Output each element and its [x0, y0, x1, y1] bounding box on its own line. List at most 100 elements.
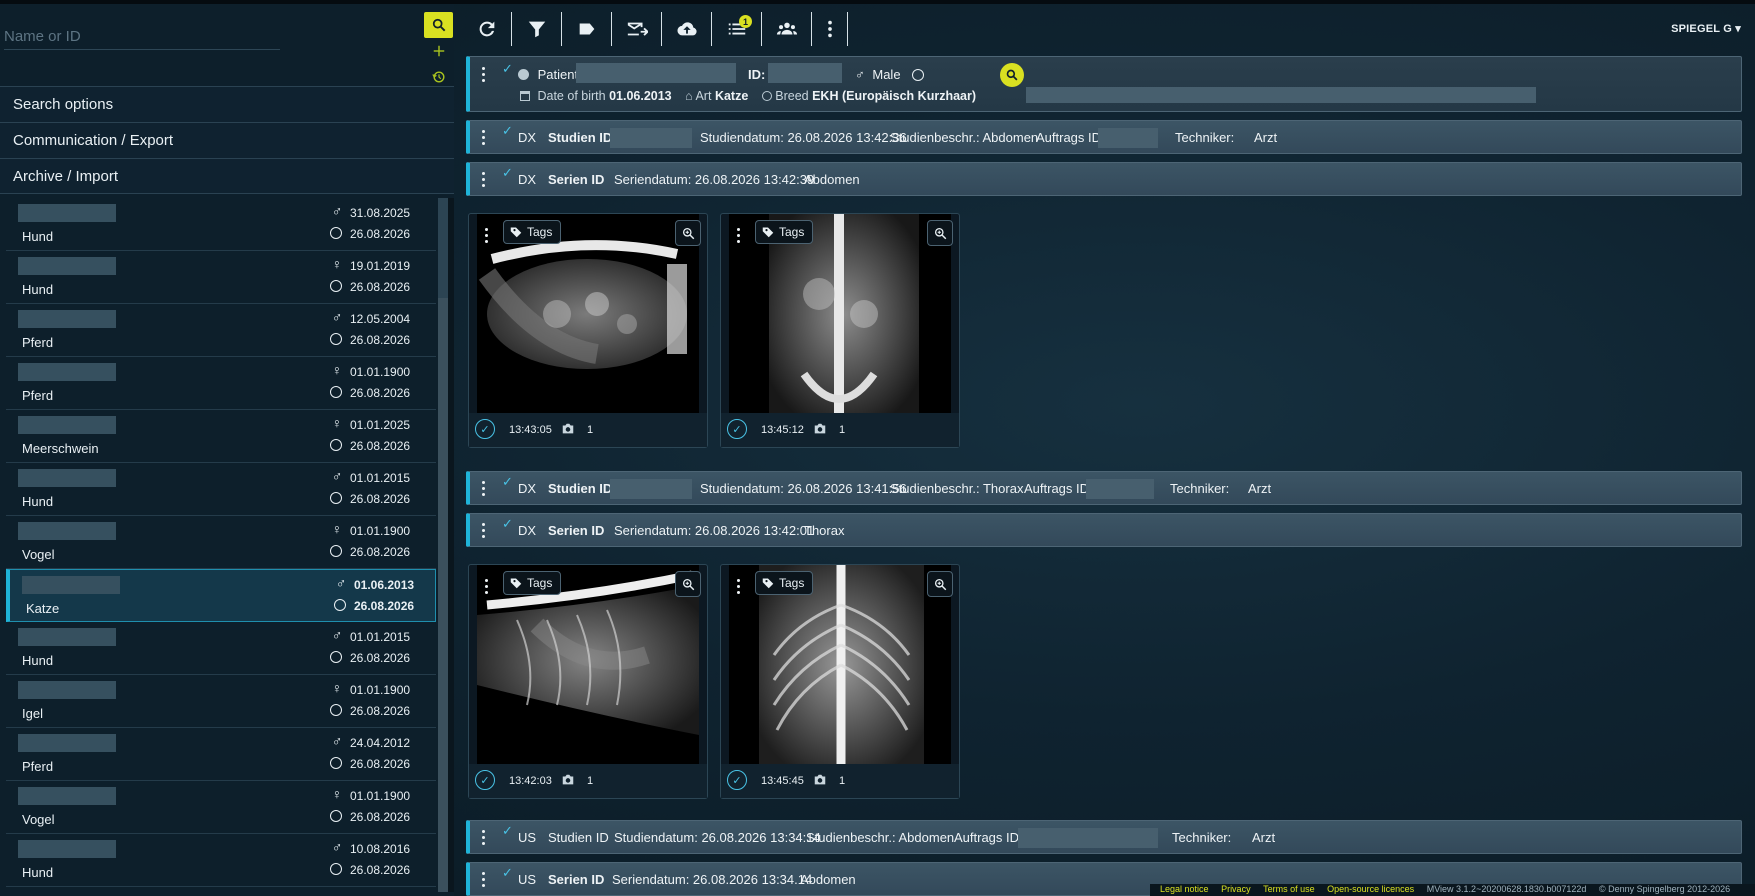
- accordion-search-options[interactable]: Search options: [0, 86, 454, 122]
- accordion-communication-export[interactable]: Communication / Export: [0, 122, 454, 158]
- patient-species: Igel: [22, 706, 43, 721]
- refresh-button[interactable]: [462, 12, 512, 46]
- xray-image[interactable]: [729, 214, 951, 414]
- image-thumbnail[interactable]: Tags ✓ 13:43:05 1: [468, 213, 708, 448]
- oss-licences-link[interactable]: Open-source licences: [1327, 884, 1414, 894]
- add-button[interactable]: [424, 38, 453, 64]
- legal-notice-link[interactable]: Legal notice: [1160, 884, 1209, 894]
- study-card[interactable]: ✓ US Studien ID Studiendatum: 26.08.2026…: [466, 820, 1742, 854]
- label-button[interactable]: [562, 12, 612, 46]
- study-menu-icon[interactable]: [482, 481, 486, 499]
- patient-list-item[interactable]: Katze ♂ 01.06.2013 26.08.2026: [6, 569, 436, 622]
- birth-date: 01.01.1900: [350, 524, 411, 538]
- more-vert-icon: [827, 20, 832, 38]
- more-menu-button[interactable]: [812, 12, 848, 46]
- xray-image[interactable]: [477, 214, 699, 414]
- series-card[interactable]: ✓ DX Serien ID Seriendatum: 26.08.2026 1…: [466, 513, 1742, 547]
- patient-search-button[interactable]: [1000, 63, 1024, 87]
- sex-icon: ♂: [331, 839, 343, 855]
- tags-button[interactable]: Tags: [503, 220, 562, 244]
- terms-link[interactable]: Terms of use: [1263, 884, 1315, 894]
- xray-image[interactable]: [729, 565, 951, 765]
- birth-date: 01.01.1900: [350, 365, 411, 379]
- select-check-icon[interactable]: ✓: [727, 770, 747, 790]
- image-thumbnail[interactable]: Tags ✓ 13:45:12 1: [720, 213, 960, 448]
- xray-image[interactable]: [477, 565, 699, 765]
- tag-icon: [762, 578, 774, 589]
- patient-menu-icon[interactable]: [482, 67, 486, 85]
- study-card[interactable]: ✓ DX Studien ID Studiendatum: 26.08.2026…: [466, 120, 1742, 154]
- study-menu-icon[interactable]: [482, 830, 486, 848]
- privacy-link[interactable]: Privacy: [1221, 884, 1251, 894]
- patient-list-item[interactable]: Pferd ♂ 24.04.2012 26.08.2026: [6, 728, 436, 781]
- user-menu[interactable]: SPIEGEL G ▾: [1671, 22, 1741, 35]
- patient-list-item[interactable]: Meerschwein ♀ 01.01.2025 26.08.2026: [6, 410, 436, 463]
- sex-icon: ♂: [331, 309, 343, 325]
- scrollbar-thumb[interactable]: [438, 198, 448, 298]
- patient-list-scrollbar[interactable]: [438, 198, 448, 892]
- search-input[interactable]: [4, 24, 280, 50]
- zoom-button[interactable]: [927, 571, 953, 597]
- thumb-menu-icon[interactable]: [737, 579, 741, 597]
- patient-list-item[interactable]: Hund ♂ 01.01.2015 26.08.2026: [6, 463, 436, 516]
- tags-button[interactable]: Tags: [755, 571, 814, 595]
- users-button[interactable]: [762, 12, 812, 46]
- check-icon: ✓: [502, 865, 513, 880]
- cloud-upload-icon: [676, 22, 697, 36]
- zoom-button[interactable]: [927, 220, 953, 246]
- panel-splitter[interactable]: [448, 198, 454, 892]
- upload-button[interactable]: [662, 12, 712, 46]
- order-id-redacted: [1018, 828, 1158, 848]
- thumb-menu-icon[interactable]: [485, 228, 489, 246]
- study-description: Studienbeschr.: Abdomen: [890, 130, 1039, 145]
- task-list-button[interactable]: 1: [712, 12, 762, 46]
- patient-list-item[interactable]: Igel ♀ 01.01.1900 26.08.2026: [6, 675, 436, 728]
- patient-list-item[interactable]: Pferd ♂ 12.05.2004 26.08.2026: [6, 304, 436, 357]
- accordion-archive-import[interactable]: Archive / Import: [0, 158, 454, 194]
- thumb-menu-icon[interactable]: [485, 579, 489, 597]
- scrollbar-track: [438, 298, 448, 892]
- series-menu-icon[interactable]: [482, 172, 486, 190]
- zoom-in-icon: [934, 227, 946, 239]
- search-button[interactable]: [424, 12, 453, 38]
- birth-date: 31.08.2025: [350, 206, 411, 220]
- sex-icon: ♂: [335, 575, 347, 591]
- select-check-icon[interactable]: ✓: [475, 419, 495, 439]
- series-modality: DX: [518, 523, 537, 538]
- series-card[interactable]: ✓ DX Serien ID Seriendatum: 26.08.2026 1…: [466, 162, 1742, 196]
- select-check-icon[interactable]: ✓: [475, 770, 495, 790]
- filter-button[interactable]: [512, 12, 562, 46]
- patient-list-item[interactable]: Hund ♂ 31.08.2025 26.08.2026: [6, 198, 436, 251]
- patient-list-item[interactable]: Hund ♀ 19.01.2019 26.08.2026: [6, 251, 436, 304]
- patient-list-item[interactable]: Vogel ♀ 01.01.1900 26.08.2026: [6, 516, 436, 569]
- patient-list-item[interactable]: Hund ♂ 10.08.2016 26.08.2026: [6, 834, 436, 887]
- order-id-label: Auftrags ID:: [954, 830, 1023, 845]
- birth-date: 01.01.2025: [350, 418, 411, 432]
- patient-sex: Male: [872, 67, 901, 82]
- tags-button[interactable]: Tags: [755, 220, 814, 244]
- study-card[interactable]: ✓ DX Studien ID Studiendatum: 26.08.2026…: [466, 471, 1742, 505]
- tags-button[interactable]: Tags: [503, 571, 562, 595]
- series-modality: US: [518, 872, 537, 887]
- select-check-icon[interactable]: ✓: [727, 419, 747, 439]
- zoom-button[interactable]: [675, 220, 701, 246]
- sex-icon: ♀: [331, 256, 343, 272]
- series-menu-icon[interactable]: [482, 872, 486, 890]
- series-id-label: Serien ID: [548, 523, 605, 538]
- series-id-label: Serien ID: [548, 172, 605, 187]
- patient-list-item[interactable]: Hund ♂ 01.01.2015 26.08.2026: [6, 622, 436, 675]
- series-menu-icon[interactable]: [482, 523, 486, 541]
- study-menu-icon[interactable]: [482, 130, 486, 148]
- image-time: 13:42:03: [509, 775, 552, 787]
- image-thumbnail[interactable]: Tags ✓ 13:45:45 1: [720, 564, 960, 799]
- study-date: 26.08.2026: [354, 599, 415, 613]
- birth-date: 01.01.1900: [350, 789, 411, 803]
- send-mail-button[interactable]: [612, 12, 662, 46]
- zoom-button[interactable]: [675, 571, 701, 597]
- patient-list-item[interactable]: Vogel ♀ 01.01.1900 26.08.2026: [6, 781, 436, 834]
- patient-list-item[interactable]: Pferd ♀ 01.01.1900 26.08.2026: [6, 357, 436, 410]
- thumbnail-footer: ✓ 13:45:45 1: [721, 764, 959, 798]
- thumb-menu-icon[interactable]: [737, 228, 741, 246]
- image-thumbnail[interactable]: Tags ✓ 13:42:03 1: [468, 564, 708, 799]
- study-date: 26.08.2026: [350, 651, 411, 665]
